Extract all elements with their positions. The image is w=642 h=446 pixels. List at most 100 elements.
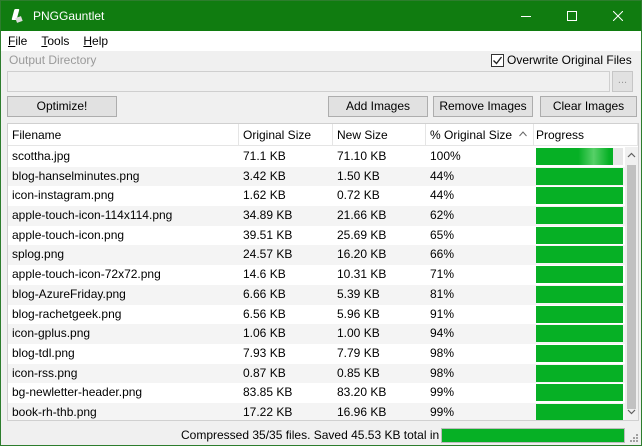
original-size-cell: 7.93 KB (243, 345, 286, 360)
overwrite-checkbox-group[interactable]: Overwrite Original Files (491, 53, 632, 67)
close-button[interactable] (595, 1, 641, 31)
vertical-scrollbar[interactable] (625, 147, 638, 420)
percent-cell: 66% (430, 247, 455, 262)
list-header: Filename Original Size New Size % Origin… (8, 124, 638, 146)
table-row[interactable]: apple-touch-icon.png 39.51 KB 25.69 KB 65% (8, 226, 625, 246)
app-window: PNGGauntlet File Tools Help Output Direc… (0, 0, 642, 446)
minimize-button[interactable] (503, 1, 549, 31)
progress-bar (536, 305, 623, 323)
progress-bar (536, 148, 623, 165)
minimize-icon (521, 16, 531, 17)
filename-cell: icon-rss.png (12, 365, 78, 380)
new-size-cell: 0.85 KB (337, 365, 380, 380)
progress-bar (536, 325, 623, 343)
new-size-cell: 25.69 KB (337, 227, 387, 242)
table-row[interactable]: blog-hanselminutes.png 3.42 KB 1.50 KB 44% (8, 166, 625, 187)
add-images-button[interactable]: Add Images (328, 96, 428, 117)
resize-grip-icon[interactable] (629, 433, 639, 443)
percent-cell: 71% (430, 267, 455, 282)
table-row[interactable]: icon-gplus.png 1.06 KB 1.00 KB 94% (8, 324, 625, 344)
column-header-original-size[interactable]: Original Size (239, 124, 333, 146)
progress-fill (536, 266, 623, 284)
original-size-cell: 14.6 KB (243, 267, 286, 282)
original-size-cell: 83.85 KB (243, 385, 293, 400)
filename-cell: icon-instagram.png (12, 188, 115, 203)
optimize-button[interactable]: Optimize! (7, 96, 117, 117)
file-rows: scottha.jpg 71.1 KB 71.10 KB 100% blog-hanse… (8, 147, 625, 420)
new-size-cell: 16.96 KB (337, 404, 387, 419)
column-header-new-size[interactable]: New Size (333, 124, 426, 146)
progress-cell (534, 147, 625, 167)
progress-bar (536, 226, 623, 244)
percent-cell: 99% (430, 404, 455, 419)
close-icon (613, 11, 623, 21)
table-row[interactable]: apple-touch-icon-72x72.png 14.6 KB 10.31 K… (8, 265, 625, 285)
new-size-cell: 1.50 KB (337, 168, 380, 183)
original-size-cell: 39.51 KB (243, 227, 293, 242)
table-row[interactable]: book-rh-thb.png 17.22 KB 16.96 KB 99% (8, 402, 625, 420)
progress-bar (536, 344, 623, 362)
scroll-up-arrow[interactable] (625, 148, 638, 162)
title-bar[interactable]: PNGGauntlet (1, 1, 641, 31)
table-row[interactable]: blog-rachetgeek.png 6.56 KB 5.96 KB 91% (8, 305, 625, 325)
original-size-cell: 0.87 KB (243, 365, 286, 380)
progress-fill (536, 226, 623, 244)
chevron-down-icon (627, 409, 636, 415)
original-size-cell: 6.66 KB (243, 286, 286, 301)
progress-bar (536, 207, 623, 225)
progress-cell (534, 226, 625, 246)
original-size-cell: 3.42 KB (243, 168, 286, 183)
progress-fill (536, 187, 623, 205)
percent-cell: 62% (430, 208, 455, 223)
progress-fill (536, 285, 623, 303)
clear-images-button[interactable]: Clear Images (540, 96, 637, 117)
menu-file[interactable]: File (1, 31, 34, 51)
table-row[interactable]: icon-rss.png 0.87 KB 0.85 KB 98% (8, 363, 625, 384)
remove-images-button[interactable]: Remove Images (433, 96, 533, 117)
filename-cell: apple-touch-icon-114x114.png (12, 208, 173, 223)
filename-cell: apple-touch-icon.png (12, 227, 125, 242)
checkmark-icon (493, 56, 503, 65)
maximize-button[interactable] (549, 1, 595, 31)
overwrite-checkbox[interactable] (491, 53, 504, 67)
window-title: PNGGauntlet (33, 9, 105, 23)
filename-cell: blog-rachetgeek.png (12, 306, 122, 321)
progress-fill (536, 325, 623, 343)
menu-tools[interactable]: Tools (34, 31, 76, 51)
table-row[interactable]: apple-touch-icon-114x114.png 34.89 KB 21.6… (8, 206, 625, 226)
original-size-cell: 71.1 KB (243, 149, 286, 163)
new-size-cell: 7.79 KB (337, 345, 380, 360)
original-size-cell: 1.06 KB (243, 326, 286, 341)
progress-cell (534, 186, 625, 206)
column-header-percent[interactable]: % Original Size (426, 124, 534, 146)
progress-bar (536, 246, 623, 264)
browse-button[interactable]: ... (612, 71, 633, 92)
table-row[interactable]: blog-tdl.png 7.93 KB 7.79 KB 98% (8, 344, 625, 364)
original-size-cell: 17.22 KB (243, 404, 293, 419)
original-size-cell: 1.62 KB (243, 188, 286, 203)
file-list[interactable]: Filename Original Size New Size % Origin… (7, 123, 639, 421)
menu-bar: File Tools Help (1, 31, 641, 51)
table-row[interactable]: bg-newletter-header.png 83.85 KB 83.20 KB 9… (8, 383, 625, 403)
scroll-thumb[interactable] (627, 165, 636, 409)
progress-bar (536, 285, 623, 303)
table-row[interactable]: icon-instagram.png 1.62 KB 0.72 KB 44% (8, 186, 625, 206)
new-size-cell: 1.00 KB (337, 326, 380, 341)
table-row[interactable]: blog-AzureFriday.png 6.66 KB 5.39 KB 81% (8, 284, 625, 305)
table-row[interactable]: scottha.jpg 71.1 KB 71.10 KB 100% (8, 147, 625, 167)
output-directory-field[interactable] (7, 71, 610, 92)
menu-help[interactable]: Help (76, 31, 115, 51)
column-header-progress[interactable]: Progress (534, 124, 638, 146)
percent-cell: 100% (430, 149, 461, 163)
table-row[interactable]: splog.png 24.57 KB 16.20 KB 66% (8, 245, 625, 266)
scroll-down-arrow[interactable] (625, 405, 638, 419)
filename-cell: bg-newletter-header.png (12, 385, 143, 400)
new-size-cell: 71.10 KB (337, 149, 387, 163)
progress-cell (534, 383, 625, 403)
output-directory-label: Output Directory (9, 53, 97, 67)
progress-fill (536, 305, 623, 323)
status-text: Compressed 35/35 files. Saved 45.53 KB t… (181, 428, 470, 442)
column-header-filename[interactable]: Filename (8, 124, 239, 146)
progress-cell (534, 206, 625, 226)
progress-cell (534, 344, 625, 364)
